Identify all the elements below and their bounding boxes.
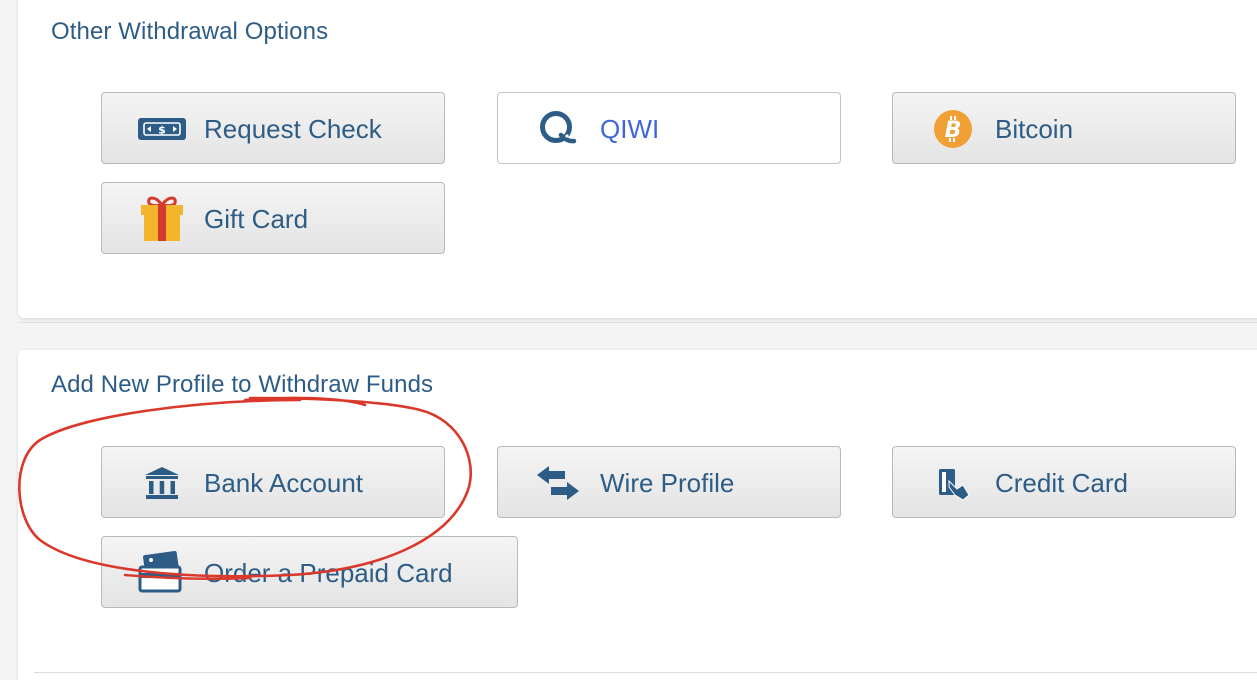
request-check-button[interactable]: $ Request Check xyxy=(101,92,445,164)
credit-card-label: Credit Card xyxy=(995,468,1128,498)
qiwi-label: QIWI xyxy=(600,114,660,144)
bitcoin-label: Bitcoin xyxy=(995,114,1074,144)
bitcoin-button[interactable]: B Bitcoin xyxy=(892,92,1236,164)
panel-divider xyxy=(18,322,1257,323)
request-check-label: Request Check xyxy=(204,114,382,144)
gift-card-button[interactable]: Gift Card xyxy=(101,182,445,254)
other-withdrawal-title: Other Withdrawal Options xyxy=(51,18,329,45)
qiwi-button[interactable]: QIWI xyxy=(497,92,841,164)
wire-profile-button[interactable]: Wire Profile xyxy=(497,446,841,518)
page: Other Withdrawal Options Add New Profile… xyxy=(0,0,1257,680)
gift-card-label: Gift Card xyxy=(204,204,309,234)
order-prepaid-card-label: Order a Prepaid Card xyxy=(204,558,453,588)
wire-profile-label: Wire Profile xyxy=(600,468,735,498)
bank-account-label: Bank Account xyxy=(204,468,363,498)
order-prepaid-card-button[interactable]: Order a Prepaid Card xyxy=(101,536,518,608)
bitcoin-icon: B xyxy=(925,109,981,149)
credit-card-button[interactable]: Credit Card xyxy=(892,446,1236,518)
card-swipe-icon xyxy=(925,463,981,503)
svg-text:$: $ xyxy=(158,124,166,137)
bank-account-button[interactable]: Bank Account xyxy=(101,446,445,518)
prepaid-card-icon xyxy=(134,551,190,593)
bank-icon xyxy=(134,463,190,503)
check-money-icon: $ xyxy=(134,109,190,149)
qiwi-icon xyxy=(530,109,586,149)
add-profile-title: Add New Profile to Withdraw Funds xyxy=(51,371,434,398)
transfer-arrows-icon xyxy=(530,463,586,503)
gift-icon xyxy=(134,196,190,241)
bottom-divider xyxy=(34,672,1257,673)
